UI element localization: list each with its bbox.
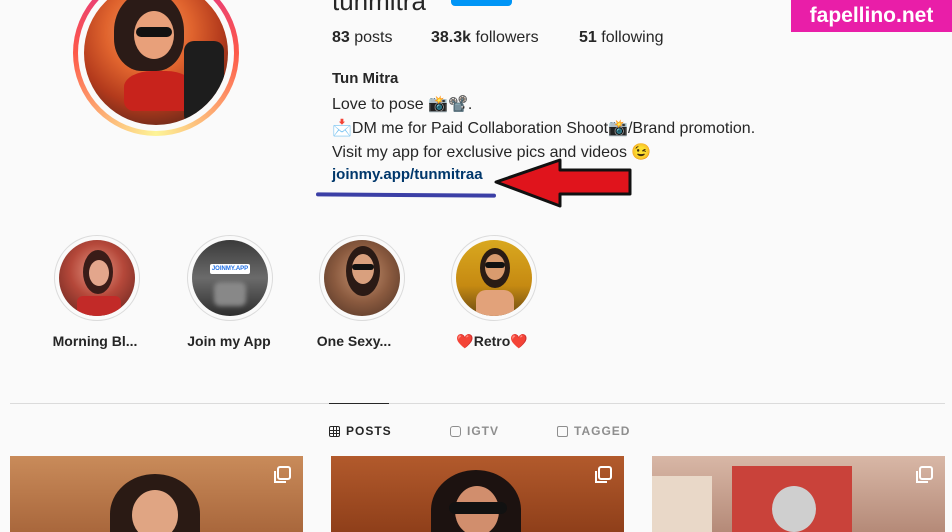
tab-tagged[interactable]: TAGGED — [557, 424, 630, 438]
multiple-photos-icon — [916, 466, 933, 483]
highlight-thumb — [456, 240, 532, 316]
profile-stats: 83 posts 38.3k followers 51 following — [332, 29, 664, 47]
avatar-photo — [84, 0, 228, 125]
post-tile[interactable] — [331, 456, 624, 532]
underline-annotation — [315, 192, 497, 198]
following-count: 51 — [579, 29, 597, 46]
followers-count: 38.3k — [431, 29, 472, 46]
active-tab-indicator — [329, 403, 389, 404]
tab-posts-label: POSTS — [346, 424, 392, 438]
bio-link[interactable]: joinmy.app/tunmitraa — [332, 166, 483, 183]
highlight-label-morning: Morning Bl... — [52, 333, 138, 349]
watermark: fapellino.net — [791, 0, 952, 32]
highlight-one-sexy[interactable] — [319, 235, 405, 321]
bio-line-1: Love to pose 📸📽️. — [332, 96, 473, 113]
post-tile[interactable] — [10, 456, 303, 532]
tagged-icon — [557, 425, 568, 437]
following-label: following — [601, 29, 664, 46]
tab-igtv-label: IGTV — [467, 424, 500, 438]
tab-tagged-label: TAGGED — [574, 424, 631, 438]
highlight-badge: JOINMY.APP — [210, 264, 250, 274]
highlight-retro[interactable] — [451, 235, 537, 321]
multiple-photos-icon — [274, 466, 291, 483]
highlight-label-retro: ❤️Retro❤️ — [456, 333, 528, 349]
highlight-label-join-app: Join my App — [187, 333, 271, 349]
profile-username: tunmitra — [332, 0, 426, 16]
igtv-icon — [450, 425, 461, 437]
grid-icon — [329, 425, 340, 437]
highlight-thumb — [324, 240, 400, 316]
posts-label: posts — [354, 29, 393, 46]
highlight-thumb — [59, 240, 135, 316]
multiple-photos-icon — [595, 466, 612, 483]
profile-avatar[interactable] — [73, 0, 239, 136]
highlight-morning[interactable] — [54, 235, 140, 321]
bio-line-2: 📩DM me for Paid Collaboration Shoot📸/Bra… — [332, 120, 756, 137]
following-stat[interactable]: 51 following — [579, 29, 664, 47]
posts-stat[interactable]: 83 posts — [332, 29, 431, 47]
follow-button[interactable] — [451, 0, 512, 6]
tab-posts[interactable]: POSTS — [329, 424, 392, 438]
highlight-join-app[interactable]: JOINMY.APP — [187, 235, 273, 321]
tabs-divider — [10, 403, 945, 404]
highlight-label-one-sexy: One Sexy... — [316, 333, 392, 349]
highlight-thumb: JOINMY.APP — [192, 240, 268, 316]
posts-count: 83 — [332, 29, 350, 46]
tab-igtv[interactable]: IGTV — [450, 424, 499, 438]
followers-stat[interactable]: 38.3k followers — [431, 29, 579, 47]
followers-label: followers — [475, 29, 539, 46]
red-arrow-annotation — [494, 158, 632, 208]
profile-full-name: Tun Mitra — [332, 70, 399, 87]
post-tile[interactable] — [652, 456, 945, 532]
